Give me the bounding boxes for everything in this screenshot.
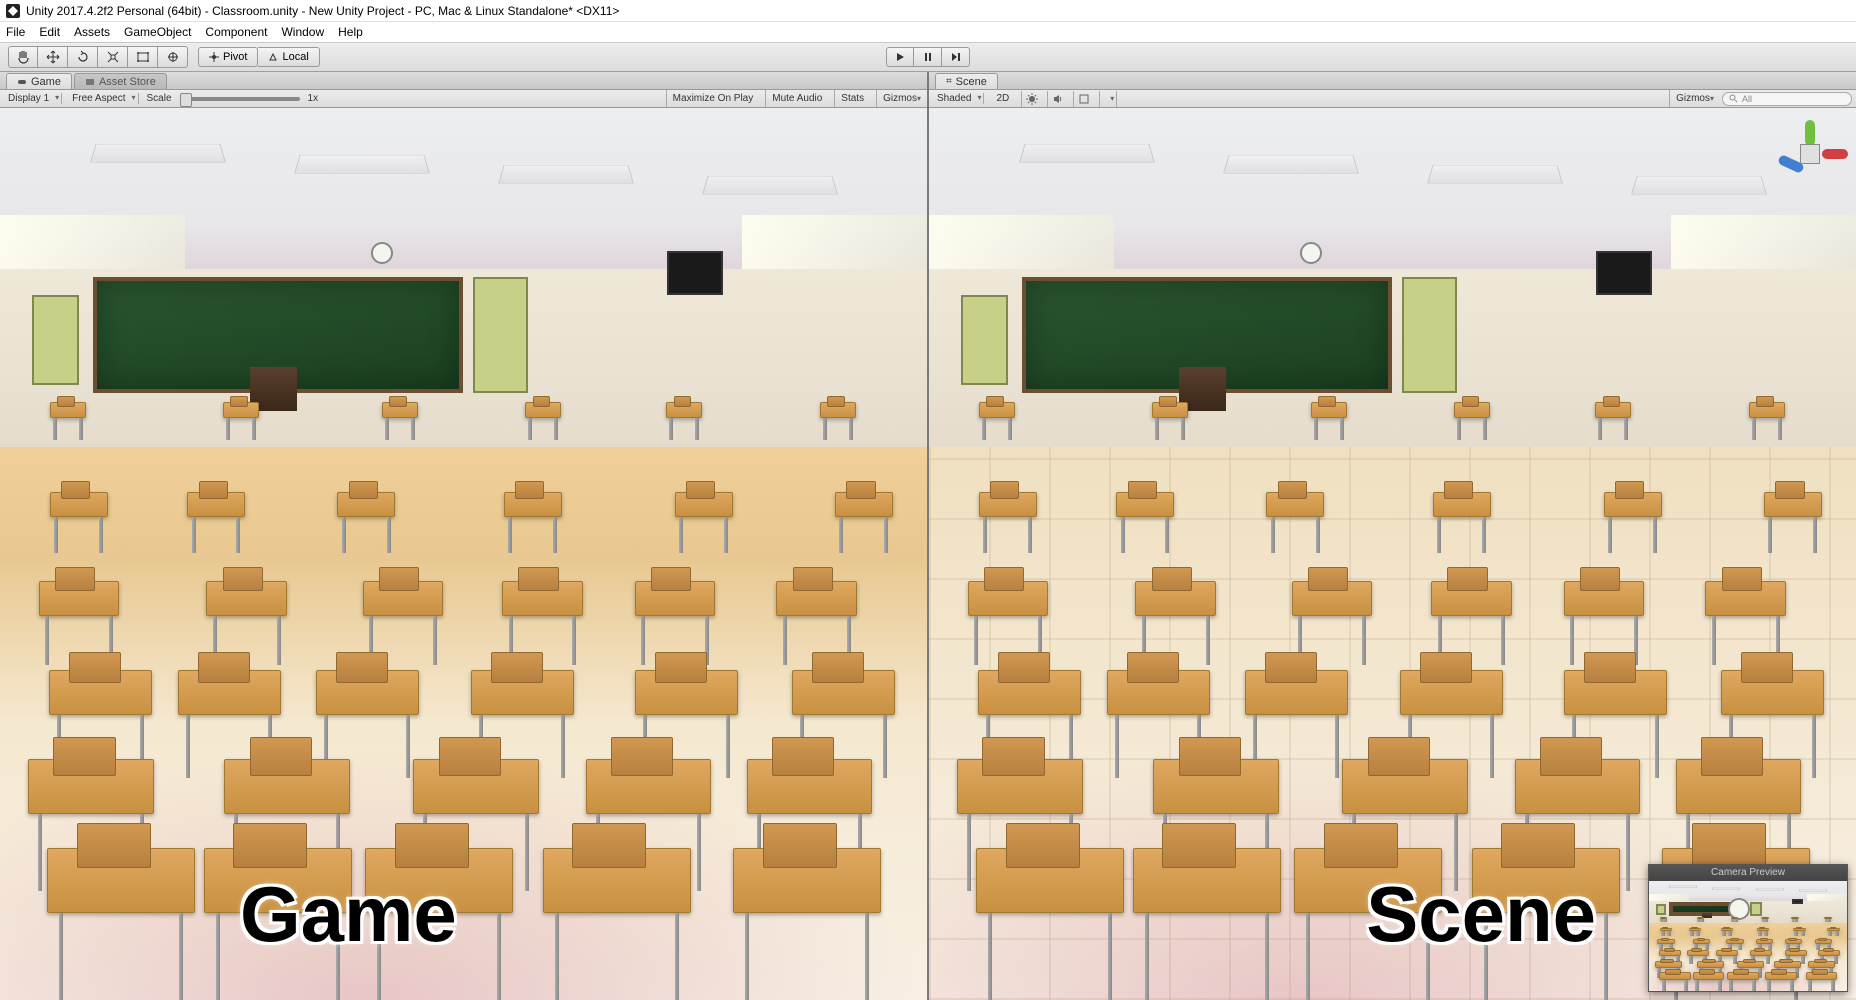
tab-asset-store[interactable]: Asset Store: [74, 73, 167, 89]
pivot-toggle[interactable]: Pivot: [198, 47, 258, 67]
window-titlebar: Unity 2017.4.2f2 Personal (64bit) - Clas…: [0, 0, 1856, 22]
rect-tool[interactable]: [128, 46, 158, 68]
tab-game[interactable]: Game: [6, 73, 72, 89]
scale-value: 1x: [306, 93, 321, 104]
game-tab-icon: [17, 77, 27, 87]
tab-scene[interactable]: ⌗ Scene: [935, 73, 998, 89]
scale-tool[interactable]: [98, 46, 128, 68]
camera-preview-title: Camera Preview: [1649, 865, 1847, 881]
shading-mode-dropdown[interactable]: Shaded: [933, 93, 984, 104]
audio-toggle-icon[interactable]: [1047, 91, 1067, 107]
2d-toggle[interactable]: 2D: [990, 90, 1015, 107]
pivot-icon: [209, 52, 219, 62]
lighting-toggle-icon[interactable]: [1021, 91, 1041, 107]
menu-help[interactable]: Help: [338, 25, 363, 39]
menu-assets[interactable]: Assets: [74, 25, 110, 39]
gizmos-dropdown[interactable]: Gizmos: [876, 90, 923, 107]
aspect-dropdown[interactable]: Free Aspect: [68, 93, 138, 104]
tab-asset-store-label: Asset Store: [99, 76, 156, 88]
game-panel: Game Asset Store Display 1 Free Aspect S…: [0, 72, 929, 1000]
display-dropdown[interactable]: Display 1: [4, 93, 62, 104]
scene-panel: ⌗ Scene Shaded 2D Gizmos All: [929, 72, 1856, 1000]
main-toolbar: Pivot Local: [0, 42, 1856, 72]
camera-preview[interactable]: Camera Preview: [1648, 864, 1848, 992]
maximize-on-play-toggle[interactable]: Maximize On Play: [666, 90, 760, 107]
local-icon: [268, 52, 278, 62]
game-controlbar: Display 1 Free Aspect Scale 1x Maximize …: [0, 90, 927, 108]
menu-window[interactable]: Window: [281, 25, 324, 39]
asset-store-icon: [85, 77, 95, 87]
rotate-tool[interactable]: [68, 46, 98, 68]
panels-container: Game Asset Store Display 1 Free Aspect S…: [0, 72, 1856, 1000]
hand-tool[interactable]: [8, 46, 38, 68]
game-tabs: Game Asset Store: [0, 72, 927, 90]
scale-label: Scale: [145, 93, 174, 104]
scene-controlbar: Shaded 2D Gizmos All: [929, 90, 1856, 108]
play-button[interactable]: [886, 47, 914, 67]
tab-scene-label: Scene: [956, 76, 987, 88]
pivot-label: Pivot: [223, 51, 247, 63]
play-controls: [886, 47, 970, 67]
scene-tabs: ⌗ Scene: [929, 72, 1856, 90]
move-tool[interactable]: [38, 46, 68, 68]
menu-component[interactable]: Component: [205, 25, 267, 39]
transform-tool[interactable]: [158, 46, 188, 68]
transform-tool-group: [8, 46, 188, 68]
scene-search-input[interactable]: All: [1722, 92, 1852, 106]
pivot-handle-group: Pivot Local: [198, 47, 320, 67]
stats-toggle[interactable]: Stats: [834, 90, 870, 107]
mute-audio-toggle[interactable]: Mute Audio: [765, 90, 828, 107]
game-viewport[interactable]: Game: [0, 108, 927, 1000]
fx-dropdown[interactable]: [1099, 91, 1117, 107]
fx-toggle-icon[interactable]: [1073, 91, 1093, 107]
gizmo-y-axis[interactable]: [1805, 120, 1815, 146]
menu-edit[interactable]: Edit: [39, 25, 60, 39]
search-placeholder: All: [1742, 94, 1752, 104]
scene-gizmos-dropdown[interactable]: Gizmos: [1669, 90, 1716, 107]
unity-logo-icon: [6, 4, 20, 18]
scene-viewport[interactable]: Camera Preview Scene: [929, 108, 1856, 1000]
local-label: Local: [282, 51, 308, 63]
search-icon: [1729, 94, 1738, 103]
pause-button[interactable]: [914, 47, 942, 67]
window-title: Unity 2017.4.2f2 Personal (64bit) - Clas…: [26, 4, 619, 18]
step-button[interactable]: [942, 47, 970, 67]
scene-tab-icon: ⌗: [946, 76, 952, 87]
menu-bar: File Edit Assets GameObject Component Wi…: [0, 22, 1856, 42]
scale-slider[interactable]: [180, 97, 300, 101]
orientation-gizmo[interactable]: [1770, 114, 1850, 194]
menu-file[interactable]: File: [6, 25, 25, 39]
menu-gameobject[interactable]: GameObject: [124, 25, 191, 39]
tab-game-label: Game: [31, 76, 61, 88]
local-toggle[interactable]: Local: [258, 47, 319, 67]
gizmo-x-axis[interactable]: [1822, 149, 1848, 159]
gizmo-cube[interactable]: [1800, 144, 1820, 164]
